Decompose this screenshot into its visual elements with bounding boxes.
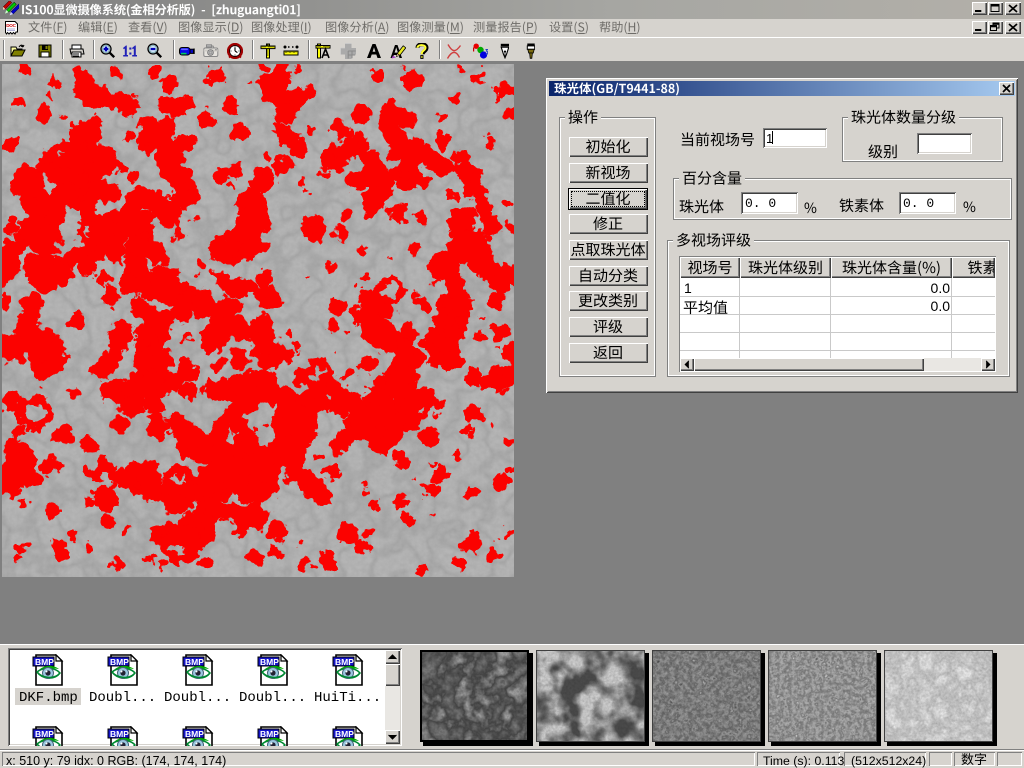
svg-text:Doubl...: Doubl... (164, 690, 231, 706)
svg-text:HuiTi...: HuiTi... (314, 690, 381, 706)
svg-text:DKF.bmp: DKF.bmp (19, 690, 78, 706)
svg-text:DOC: DOC (6, 23, 16, 28)
svg-text:Doubl...: Doubl... (89, 690, 156, 706)
svg-text:Doubl...: Doubl... (239, 690, 306, 706)
